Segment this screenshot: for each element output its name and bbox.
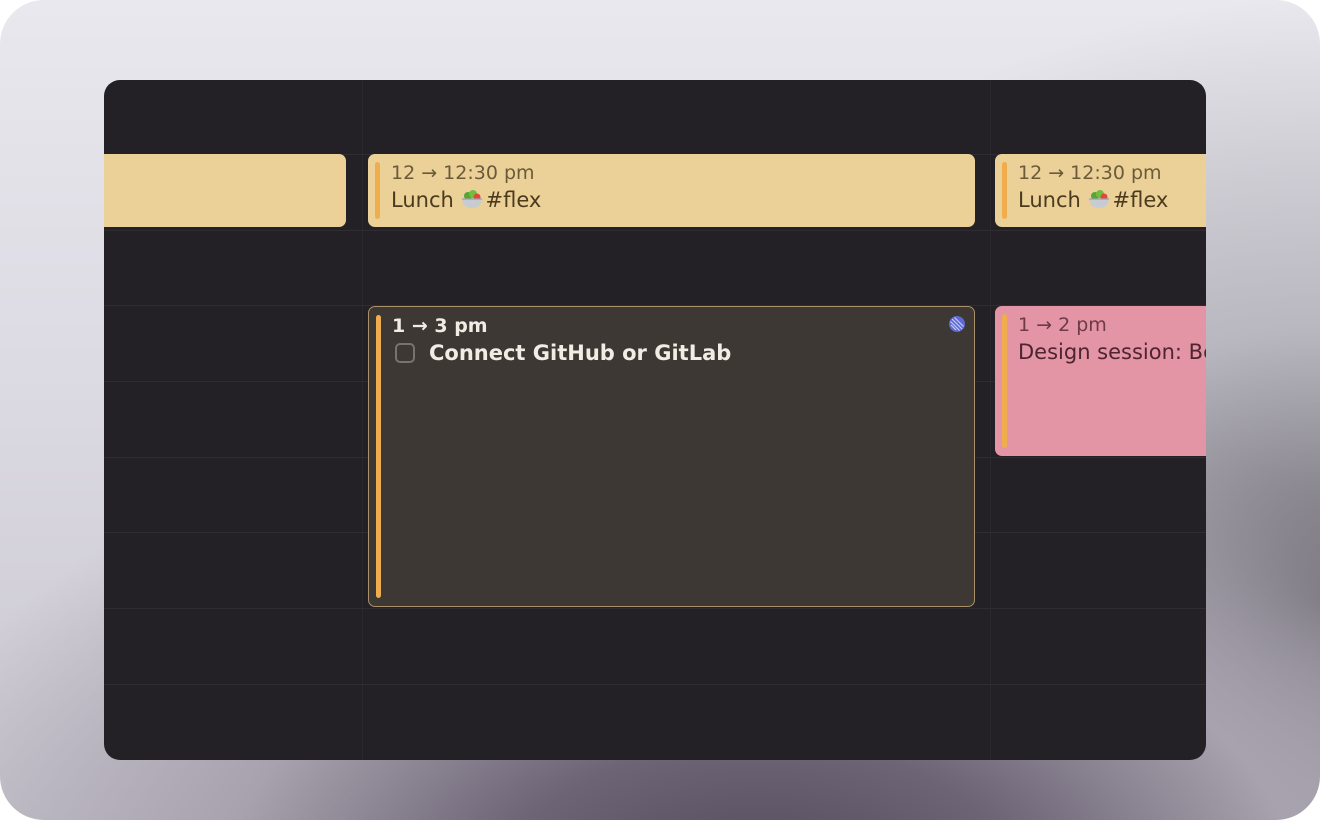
hour-line — [104, 230, 1206, 231]
event-time: 12 → 12:30 pm — [391, 162, 535, 184]
design-session-event[interactable]: 1 → 2 pm Design session: Be — [995, 306, 1206, 456]
event-accent-bar — [1002, 162, 1007, 219]
event-time: 12 → 12:30 pm — [1018, 162, 1162, 184]
event-title-text: Lunch — [391, 188, 454, 212]
event-title-text: Lunch — [1018, 188, 1081, 212]
task-title: Connect GitHub or GitLab — [429, 341, 732, 365]
event-tag: #flex — [1112, 188, 1169, 212]
backdrop: 12 → 12:30 pm Lunch #flex 12 → 12:30 pm … — [0, 0, 1320, 820]
event-title: Design session: Be — [1018, 340, 1206, 364]
event-tag: #flex — [485, 188, 542, 212]
event-accent-bar — [1002, 314, 1007, 448]
lunch-event-day1[interactable] — [104, 154, 346, 227]
lunch-event-day2[interactable]: 12 → 12:30 pm Lunch #flex — [368, 154, 975, 227]
task-checkbox[interactable] — [395, 343, 415, 363]
calendar-week-view[interactable]: 12 → 12:30 pm Lunch #flex 12 → 12:30 pm … — [104, 80, 1206, 760]
event-accent-bar — [376, 315, 381, 598]
day-divider — [990, 80, 991, 760]
event-time: 1 → 2 pm — [1018, 314, 1107, 336]
event-time: 1 → 3 pm — [392, 315, 488, 337]
linear-icon — [949, 316, 965, 332]
salad-bowl-icon — [1088, 190, 1109, 208]
lunch-event-day3[interactable]: 12 → 12:30 pm Lunch #flex — [995, 154, 1206, 227]
hour-line — [104, 684, 1206, 685]
event-title: Lunch #flex — [1018, 188, 1168, 212]
task-event[interactable]: 1 → 3 pm Connect GitHub or GitLab — [368, 306, 975, 607]
event-title: Lunch #flex — [391, 188, 541, 212]
event-accent-bar — [375, 162, 380, 219]
hour-line — [104, 608, 1206, 609]
salad-bowl-icon — [461, 190, 482, 208]
day-divider — [362, 80, 363, 760]
